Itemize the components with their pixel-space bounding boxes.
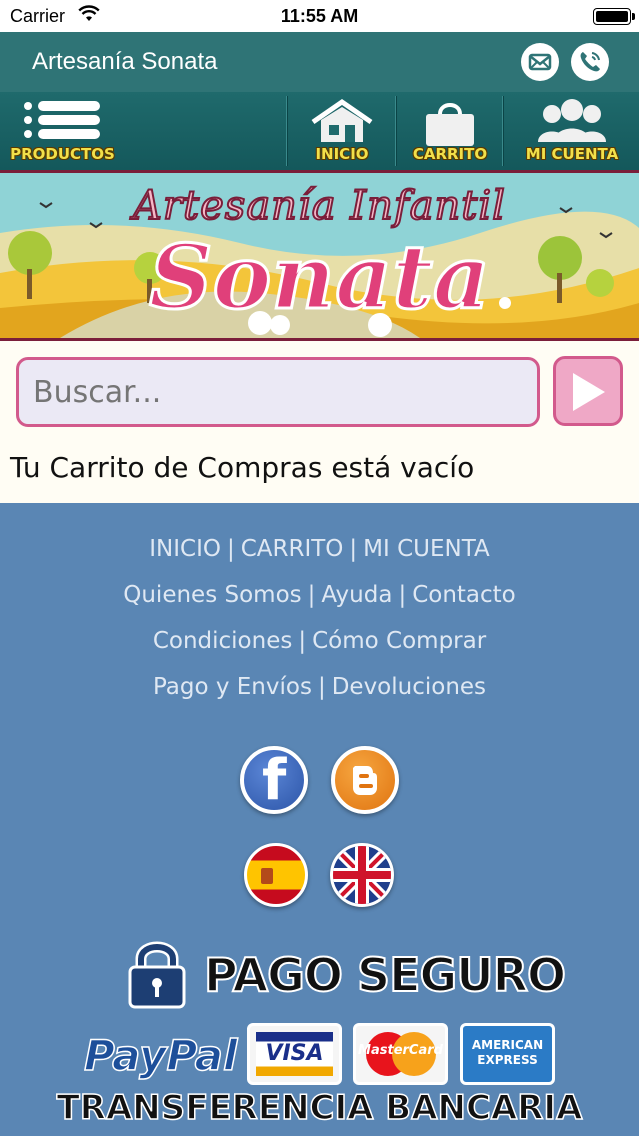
footer-link-condiciones[interactable]: Condiciones bbox=[153, 628, 293, 654]
nav-divider bbox=[395, 96, 397, 166]
footer: INICIO | CARRITO | MI CUENTA Quienes Somos | A… bbox=[0, 503, 639, 1136]
visa-card-icon: VISA bbox=[247, 1023, 342, 1085]
bank-transfer-label: TRANSFERENCIA BANCARIA bbox=[56, 1087, 583, 1129]
footer-link-carrito[interactable]: CARRITO bbox=[241, 536, 344, 562]
search-submit-button[interactable] bbox=[553, 356, 623, 426]
footer-link-quienes-somos[interactable]: Quienes Somos bbox=[123, 582, 301, 608]
secure-payment-label: PAGO SEGURO bbox=[203, 947, 567, 1003]
footer-links-row: Condiciones | Cómo Comprar bbox=[152, 628, 487, 654]
nav-productos[interactable]: PRODUCTOS bbox=[0, 92, 125, 170]
hero-banner: Artesanía Infantil Sonata bbox=[0, 170, 639, 341]
battery-icon bbox=[593, 8, 635, 25]
play-arrow-icon bbox=[573, 373, 605, 411]
facebook-icon[interactable]: f bbox=[240, 746, 308, 814]
nav-inicio-label: INICIO bbox=[315, 145, 369, 163]
footer-links-row: Quienes Somos | Ayuda | Contacto bbox=[123, 582, 516, 608]
phone-icon[interactable] bbox=[571, 43, 609, 81]
spanish-flag-icon[interactable] bbox=[244, 843, 308, 907]
footer-links-row: INICIO | CARRITO | MI CUENTA bbox=[149, 536, 490, 562]
status-time: 11:55 AM bbox=[280, 6, 359, 26]
footer-link-como-comprar[interactable]: Cómo Comprar bbox=[312, 628, 486, 654]
banner-title-line2: Sonata bbox=[148, 224, 492, 331]
nav-productos-label: PRODUCTOS bbox=[10, 145, 115, 163]
nav-divider bbox=[502, 96, 504, 166]
english-flag-icon[interactable] bbox=[330, 843, 394, 907]
footer-link-ayuda[interactable]: Ayuda bbox=[321, 582, 392, 608]
shopping-bag-icon bbox=[426, 103, 474, 146]
banner-title-line1: Artesanía Infantil bbox=[132, 182, 506, 230]
app-title: Artesanía Sonata bbox=[32, 48, 218, 75]
blogger-icon[interactable] bbox=[331, 746, 399, 814]
nav-carrito-label: CARRITO bbox=[412, 145, 488, 163]
amex-card-icon: AMERICAN EXPRESS bbox=[460, 1023, 555, 1085]
nav-carrito[interactable]: CARRITO bbox=[398, 92, 502, 170]
padlock-icon bbox=[128, 941, 186, 1009]
menu-list-icon bbox=[23, 101, 100, 139]
footer-links-row: Pago y Envíos | Devoluciones bbox=[152, 674, 487, 700]
paypal-logo: PayPal bbox=[83, 1030, 238, 1081]
home-icon bbox=[311, 98, 373, 142]
users-icon bbox=[538, 99, 606, 142]
nav-inicio[interactable]: INICIO bbox=[289, 92, 395, 170]
search-input[interactable] bbox=[16, 357, 540, 427]
footer-link-pago-envios[interactable]: Pago y Envíos bbox=[153, 674, 312, 700]
status-bar: Carrier 11:55 AM bbox=[0, 0, 639, 32]
footer-link-devoluciones[interactable]: Devoluciones bbox=[332, 674, 486, 700]
main-content: Tu Carrito de Compras está vacío bbox=[0, 341, 639, 503]
nav-mi-cuenta[interactable]: MI CUENTA bbox=[505, 92, 639, 170]
nav-divider bbox=[286, 96, 288, 166]
footer-link-inicio[interactable]: INICIO bbox=[149, 536, 221, 562]
mail-icon[interactable] bbox=[521, 43, 559, 81]
footer-link-mi-cuenta[interactable]: MI CUENTA bbox=[363, 536, 490, 562]
footer-link-contacto[interactable]: Contacto bbox=[412, 582, 516, 608]
mastercard-icon: MasterCard bbox=[353, 1023, 448, 1085]
empty-cart-message: Tu Carrito de Compras está vacío bbox=[10, 451, 475, 484]
main-nav: PRODUCTOS INICIO CARRITO MI CUENTA bbox=[0, 92, 639, 170]
nav-mi-cuenta-label: MI CUENTA bbox=[525, 145, 619, 163]
app-title-bar: Artesanía Sonata bbox=[0, 32, 639, 92]
